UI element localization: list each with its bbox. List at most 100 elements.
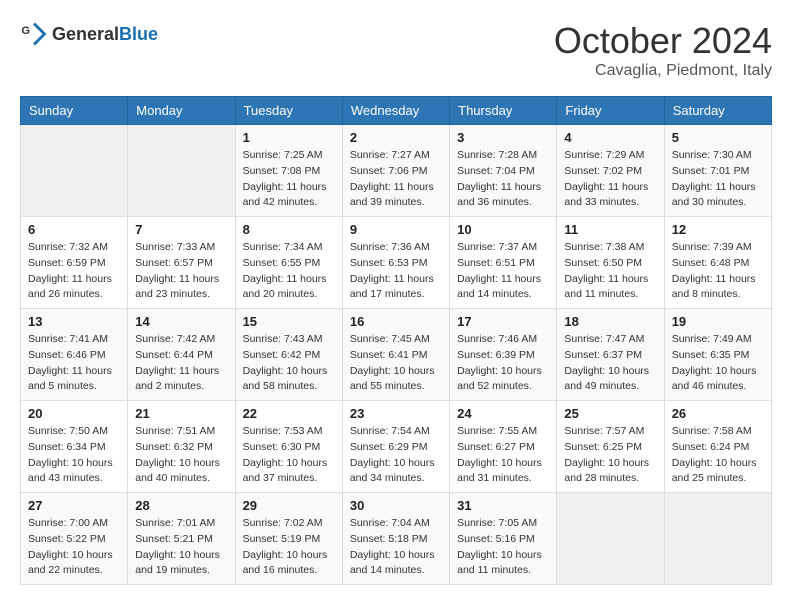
day-number: 30 (350, 498, 442, 513)
day-cell: 15 Sunrise: 7:43 AMSunset: 6:42 PMDayligh… (235, 309, 342, 401)
day-info: Sunrise: 7:53 AMSunset: 6:30 PMDaylight:… (243, 424, 335, 487)
day-info: Sunrise: 7:45 AMSunset: 6:41 PMDaylight:… (350, 332, 442, 395)
day-cell: 16 Sunrise: 7:45 AMSunset: 6:41 PMDayligh… (342, 309, 449, 401)
day-cell: 2Sunrise: 7:27 AMSunset: 7:06 PMDaylight… (342, 125, 449, 217)
logo: G GeneralBlue (20, 20, 158, 48)
day-cell: 4 Sunrise: 7:29 AMSunset: 7:02 PMDaylight… (557, 125, 664, 217)
main-title: October 2024 (554, 20, 772, 62)
day-number: 26 (672, 406, 764, 421)
day-info: Sunrise: 7:39 AMSunset: 6:48 PMDaylight:… (672, 240, 764, 303)
day-number: 20 (28, 406, 120, 421)
week-row-4: 20 Sunrise: 7:50 AMSunset: 6:34 PMDayligh… (21, 401, 772, 493)
day-info: Sunrise: 7:42 AMSunset: 6:44 PMDaylight:… (135, 332, 227, 395)
day-number: 11 (564, 222, 656, 237)
day-number: 22 (243, 406, 335, 421)
day-info: Sunrise: 7:34 AMSunset: 6:55 PMDaylight:… (243, 240, 335, 303)
day-cell: 25Sunrise: 7:57 AMSunset: 6:25 PMDayligh… (557, 401, 664, 493)
logo-general: General (52, 24, 119, 44)
day-cell: 3 Sunrise: 7:28 AMSunset: 7:04 PMDaylight… (450, 125, 557, 217)
weekday-header-row: SundayMondayTuesdayWednesdayThursdayFrid… (21, 97, 772, 125)
day-number: 23 (350, 406, 442, 421)
day-info: Sunrise: 7:49 AMSunset: 6:35 PMDaylight:… (672, 332, 764, 395)
day-cell (664, 493, 771, 585)
day-cell: 22 Sunrise: 7:53 AMSunset: 6:30 PMDayligh… (235, 401, 342, 493)
day-cell: 28 Sunrise: 7:01 AMSunset: 5:21 PMDayligh… (128, 493, 235, 585)
day-number: 4 (564, 130, 656, 145)
day-info: Sunrise: 7:28 AMSunset: 7:04 PMDaylight:… (457, 148, 549, 211)
title-section: October 2024 Cavaglia, Piedmont, Italy (554, 20, 772, 80)
week-row-3: 13 Sunrise: 7:41 AMSunset: 6:46 PMDayligh… (21, 309, 772, 401)
day-cell: 24 Sunrise: 7:55 AMSunset: 6:27 PMDayligh… (450, 401, 557, 493)
day-number: 25 (564, 406, 656, 421)
day-cell: 6 Sunrise: 7:32 AMSunset: 6:59 PMDaylight… (21, 217, 128, 309)
day-info: Sunrise: 7:38 AMSunset: 6:50 PMDaylight:… (564, 240, 656, 303)
day-number: 15 (243, 314, 335, 329)
day-info: Sunrise: 7:05 AMSunset: 5:16 PMDaylight:… (457, 516, 549, 579)
weekday-header-wednesday: Wednesday (342, 97, 449, 125)
day-info: Sunrise: 7:43 AMSunset: 6:42 PMDaylight:… (243, 332, 335, 395)
weekday-header-friday: Friday (557, 97, 664, 125)
day-cell: 23 Sunrise: 7:54 AMSunset: 6:29 PMDayligh… (342, 401, 449, 493)
day-number: 19 (672, 314, 764, 329)
day-info: Sunrise: 7:47 AMSunset: 6:37 PMDaylight:… (564, 332, 656, 395)
day-info: Sunrise: 7:41 AMSunset: 6:46 PMDaylight:… (28, 332, 120, 395)
day-cell: 13 Sunrise: 7:41 AMSunset: 6:46 PMDayligh… (21, 309, 128, 401)
day-cell: 7Sunrise: 7:33 AMSunset: 6:57 PMDaylight… (128, 217, 235, 309)
day-number: 6 (28, 222, 120, 237)
day-number: 27 (28, 498, 120, 513)
day-number: 28 (135, 498, 227, 513)
day-cell (21, 125, 128, 217)
day-info: Sunrise: 7:51 AMSunset: 6:32 PMDaylight:… (135, 424, 227, 487)
day-cell: 19 Sunrise: 7:49 AMSunset: 6:35 PMDayligh… (664, 309, 771, 401)
day-number: 10 (457, 222, 549, 237)
day-number: 16 (350, 314, 442, 329)
weekday-header-tuesday: Tuesday (235, 97, 342, 125)
day-cell: 29Sunrise: 7:02 AMSunset: 5:19 PMDayligh… (235, 493, 342, 585)
day-cell: 8 Sunrise: 7:34 AMSunset: 6:55 PMDaylight… (235, 217, 342, 309)
day-cell: 14 Sunrise: 7:42 AMSunset: 6:44 PMDayligh… (128, 309, 235, 401)
day-number: 24 (457, 406, 549, 421)
day-cell (557, 493, 664, 585)
day-number: 31 (457, 498, 549, 513)
day-number: 21 (135, 406, 227, 421)
week-row-5: 27Sunrise: 7:00 AMSunset: 5:22 PMDayligh… (21, 493, 772, 585)
day-cell (128, 125, 235, 217)
day-number: 7 (135, 222, 227, 237)
day-number: 29 (243, 498, 335, 513)
day-number: 1 (243, 130, 335, 145)
day-info: Sunrise: 7:58 AMSunset: 6:24 PMDaylight:… (672, 424, 764, 487)
day-number: 8 (243, 222, 335, 237)
day-number: 13 (28, 314, 120, 329)
weekday-header-thursday: Thursday (450, 97, 557, 125)
header: G GeneralBlue October 2024 Cavaglia, Pie… (20, 20, 772, 80)
day-info: Sunrise: 7:29 AMSunset: 7:02 PMDaylight:… (564, 148, 656, 211)
weekday-header-saturday: Saturday (664, 97, 771, 125)
day-info: Sunrise: 7:01 AMSunset: 5:21 PMDaylight:… (135, 516, 227, 579)
day-info: Sunrise: 7:32 AMSunset: 6:59 PMDaylight:… (28, 240, 120, 303)
day-number: 12 (672, 222, 764, 237)
day-cell: 30Sunrise: 7:04 AMSunset: 5:18 PMDayligh… (342, 493, 449, 585)
weekday-header-sunday: Sunday (21, 97, 128, 125)
day-cell: 20 Sunrise: 7:50 AMSunset: 6:34 PMDayligh… (21, 401, 128, 493)
day-info: Sunrise: 7:55 AMSunset: 6:27 PMDaylight:… (457, 424, 549, 487)
day-number: 18 (564, 314, 656, 329)
day-number: 2 (350, 130, 442, 145)
week-row-2: 6 Sunrise: 7:32 AMSunset: 6:59 PMDaylight… (21, 217, 772, 309)
day-number: 17 (457, 314, 549, 329)
day-cell: 11 Sunrise: 7:38 AMSunset: 6:50 PMDayligh… (557, 217, 664, 309)
day-number: 3 (457, 130, 549, 145)
day-info: Sunrise: 7:54 AMSunset: 6:29 PMDaylight:… (350, 424, 442, 487)
day-cell: 5Sunrise: 7:30 AMSunset: 7:01 PMDaylight… (664, 125, 771, 217)
logo-blue: Blue (119, 24, 158, 44)
day-cell: 26 Sunrise: 7:58 AMSunset: 6:24 PMDayligh… (664, 401, 771, 493)
weekday-header-monday: Monday (128, 97, 235, 125)
week-row-1: 1Sunrise: 7:25 AMSunset: 7:08 PMDaylight… (21, 125, 772, 217)
day-cell: 10Sunrise: 7:37 AMSunset: 6:51 PMDayligh… (450, 217, 557, 309)
day-info: Sunrise: 7:36 AMSunset: 6:53 PMDaylight:… (350, 240, 442, 303)
day-cell: 17Sunrise: 7:46 AMSunset: 6:39 PMDayligh… (450, 309, 557, 401)
day-cell: 9Sunrise: 7:36 AMSunset: 6:53 PMDaylight… (342, 217, 449, 309)
day-cell: 31 Sunrise: 7:05 AMSunset: 5:16 PMDayligh… (450, 493, 557, 585)
day-cell: 12 Sunrise: 7:39 AMSunset: 6:48 PMDayligh… (664, 217, 771, 309)
day-info: Sunrise: 7:50 AMSunset: 6:34 PMDaylight:… (28, 424, 120, 487)
day-number: 14 (135, 314, 227, 329)
